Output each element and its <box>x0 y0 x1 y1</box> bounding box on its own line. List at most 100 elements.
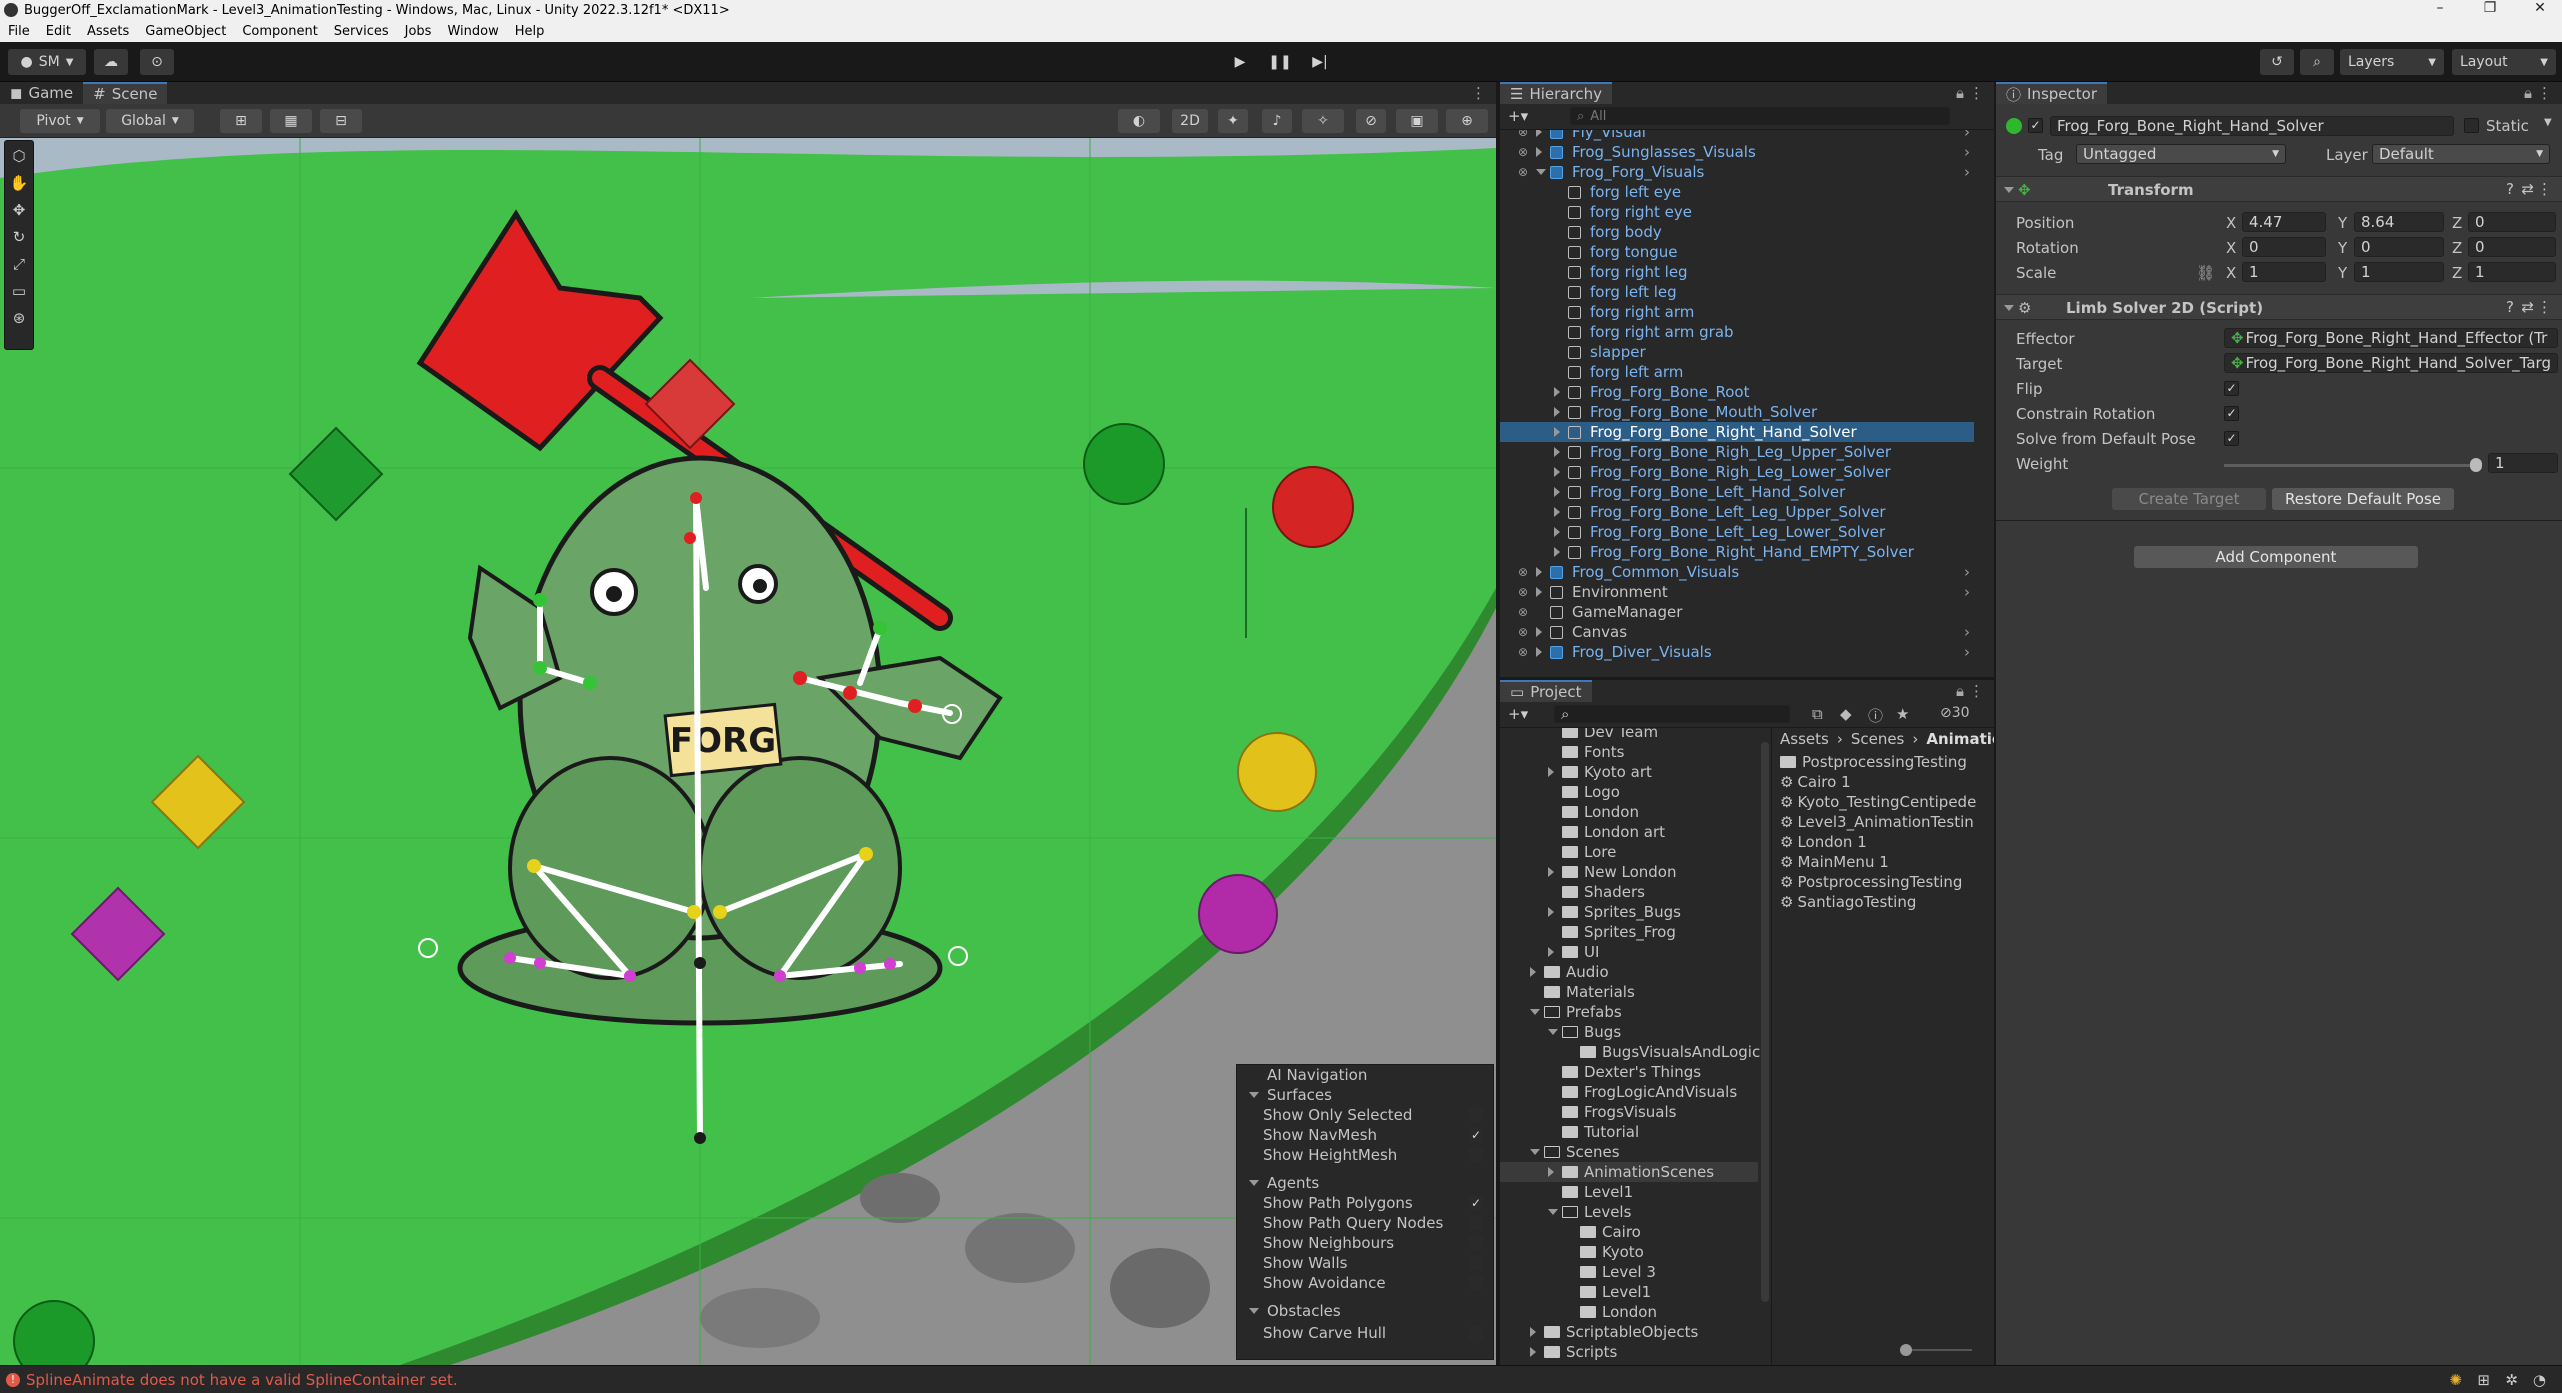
lock-icon[interactable]: 🔒︎ <box>1956 682 1964 700</box>
tab-project[interactable]: ▭ Project <box>1500 680 1592 702</box>
chevron-right-icon[interactable] <box>1554 427 1560 437</box>
open-prefab-icon[interactable]: › <box>1964 143 1970 161</box>
status-bar[interactable]: ! SplineAnimate does not have a valid Sp… <box>0 1365 2562 1393</box>
lock-icon[interactable]: 🔒︎ <box>1956 84 1964 102</box>
layout-dropdown[interactable]: Layout ▼ <box>2452 49 2556 75</box>
position-x-field[interactable]: 4.47 <box>2242 212 2326 232</box>
hierarchy-item[interactable]: forg right leg <box>1500 262 1974 282</box>
chevron-right-icon[interactable] <box>1554 547 1560 557</box>
chevron-right-icon[interactable] <box>1548 907 1554 917</box>
visibility-toggle-icon[interactable]: ⊗ <box>1518 585 1528 599</box>
network-icon[interactable]: ⊞ <box>2477 1371 2490 1389</box>
increment-snap-icon[interactable]: ⊟ <box>320 109 362 133</box>
help-icon[interactable]: ? <box>2506 180 2514 198</box>
chevron-down-icon[interactable] <box>1536 169 1546 175</box>
menu-file[interactable]: File <box>8 24 30 39</box>
restore-default-pose-button[interactable]: Restore Default Pose <box>2272 488 2454 510</box>
project-folder-item[interactable]: Level 3 <box>1500 1262 1758 1282</box>
minimize-icon[interactable]: – <box>2420 0 2460 20</box>
hierarchy-item[interactable]: forg body <box>1500 222 1974 242</box>
frog-forg-sprite[interactable]: FORG <box>457 455 1003 1026</box>
breadcrumb-scenes[interactable]: Scenes <box>1851 730 1905 748</box>
asset-item[interactable]: ⚙ London 1 <box>1780 832 1867 852</box>
chevron-right-icon[interactable] <box>1554 467 1560 477</box>
account-dropdown[interactable]: ● SM ▼ <box>8 49 86 75</box>
gizmos-icon[interactable]: ⊕ <box>1446 109 1488 133</box>
hidden-objects-icon[interactable]: ⊘ <box>1356 109 1386 133</box>
rotation-z-field[interactable]: 0 <box>2468 237 2556 257</box>
lock-icon[interactable]: 🔒︎ <box>2524 84 2532 102</box>
option-checkbox[interactable] <box>1469 1276 1483 1290</box>
project-folder-item[interactable]: Logo <box>1500 782 1758 802</box>
show-walls-toggle[interactable]: Show Walls <box>1237 1253 1493 1273</box>
help-icon[interactable]: ? <box>2506 298 2514 316</box>
breadcrumb-assets[interactable]: Assets <box>1780 730 1829 748</box>
show-path-polygons-toggle[interactable]: Show Path Polygons ✓ <box>1237 1193 1493 1213</box>
collab-icon[interactable]: ⊙ <box>140 49 174 75</box>
show-heightmesh-toggle[interactable]: Show HeightMesh <box>1237 1145 1493 1165</box>
lighting-build-icon[interactable]: ✺ <box>2449 1371 2462 1389</box>
add-icon[interactable]: +▾ <box>1508 107 1528 125</box>
chevron-right-icon[interactable] <box>1554 507 1560 517</box>
menu-services[interactable]: Services <box>334 24 389 39</box>
hierarchy-item[interactable]: forg left arm <box>1500 362 1974 382</box>
hierarchy-item[interactable]: Frog_Forg_Bone_Mouth_Solver <box>1500 402 1974 422</box>
hidden-packages-count[interactable]: ⊘30 <box>1940 705 1970 721</box>
effector-field[interactable]: ✥ Frog_Forg_Bone_Right_Hand_Effector (Tr <box>2224 328 2558 348</box>
show-avoidance-toggle[interactable]: Show Avoidance <box>1237 1273 1493 1293</box>
red-circle-gizmo[interactable] <box>1272 466 1354 548</box>
option-checkbox[interactable] <box>1469 1256 1483 1270</box>
option-checkbox[interactable] <box>1469 1216 1483 1230</box>
hierarchy-item[interactable]: forg left leg <box>1500 282 1974 302</box>
hierarchy-item[interactable]: forg right arm <box>1500 302 1974 322</box>
solve-default-pose-checkbox[interactable]: ✓ <box>2224 431 2239 446</box>
hierarchy-item[interactable]: Frog_Forg_Bone_Righ_Leg_Upper_Solver <box>1500 442 1974 462</box>
project-folder-item[interactable]: Fonts <box>1500 742 1758 762</box>
filter-label-icon[interactable]: ◆ <box>1840 705 1852 723</box>
debug-icon[interactable]: ✲ <box>2505 1371 2518 1389</box>
project-folder-item[interactable]: London art <box>1500 822 1758 842</box>
project-folder-item[interactable]: Materials <box>1500 982 1758 1002</box>
close-icon[interactable]: ✕ <box>2520 0 2560 20</box>
menu-jobs[interactable]: Jobs <box>405 24 432 39</box>
visibility-toggle-icon[interactable]: ⊗ <box>1518 605 1528 619</box>
asset-item[interactable]: ⚙ Kyoto_TestingCentipede <box>1780 792 1976 812</box>
active-checkbox[interactable]: ✓ <box>2028 118 2043 133</box>
visibility-toggle-icon[interactable]: ⊗ <box>1518 565 1528 579</box>
project-folder-item[interactable]: Scripts <box>1500 1342 1758 1362</box>
project-folder-item[interactable]: Lore <box>1500 842 1758 862</box>
chevron-right-icon[interactable] <box>1554 447 1560 457</box>
option-checkbox[interactable] <box>1469 1326 1483 1340</box>
option-checkbox[interactable] <box>1469 1236 1483 1250</box>
grid-snap-icon[interactable]: ⊞ <box>220 109 262 133</box>
chevron-right-icon[interactable] <box>1536 147 1542 157</box>
flip-checkbox[interactable]: ✓ <box>2224 381 2239 396</box>
camera-icon[interactable]: ▣ <box>1396 109 1438 133</box>
weight-field[interactable]: 1 <box>2488 453 2558 473</box>
cloud-icon[interactable]: ☁ <box>94 49 128 75</box>
more-options-icon[interactable]: ⋮ <box>1969 84 1984 102</box>
menu-window[interactable]: Window <box>447 24 498 39</box>
layers-dropdown[interactable]: Layers ▼ <box>2340 49 2444 75</box>
object-name-field[interactable]: Frog_Forg_Bone_Right_Hand_Solver <box>2050 116 2454 136</box>
chevron-right-icon[interactable] <box>1536 130 1542 137</box>
option-checkbox[interactable] <box>1469 1108 1483 1122</box>
option-checkbox[interactable] <box>1469 1148 1483 1162</box>
position-y-field[interactable]: 8.64 <box>2354 212 2444 232</box>
hierarchy-item[interactable]: Frog_Forg_Bone_Righ_Leg_Lower_Solver <box>1500 462 1974 482</box>
project-folder-item[interactable]: Prefabs <box>1500 1002 1758 1022</box>
ai-navigation-title[interactable]: AI Navigation <box>1237 1065 1493 1085</box>
filter-type-icon[interactable]: ⧉ <box>1812 705 1823 723</box>
project-folder-item[interactable]: Level1 <box>1500 1182 1758 1202</box>
hierarchy-item[interactable]: forg right eye <box>1500 202 1974 222</box>
hierarchy-item[interactable]: Frog_Forg_Bone_Left_Hand_Solver <box>1500 482 1974 502</box>
chevron-right-icon[interactable] <box>1548 1167 1554 1177</box>
visibility-toggle-icon[interactable]: ⊗ <box>1518 145 1528 159</box>
hierarchy-item[interactable]: ⊗ Frog_Common_Visuals › <box>1500 562 1974 582</box>
hierarchy-search-input[interactable]: ⌕ All <box>1570 107 1950 125</box>
more-options-icon[interactable]: ⋮ <box>1969 682 1984 700</box>
chevron-right-icon[interactable] <box>1548 867 1554 877</box>
project-folder-item[interactable]: Level1 <box>1500 1282 1758 1302</box>
open-prefab-icon[interactable]: › <box>1964 130 1970 141</box>
open-prefab-icon[interactable]: › <box>1964 583 1970 601</box>
